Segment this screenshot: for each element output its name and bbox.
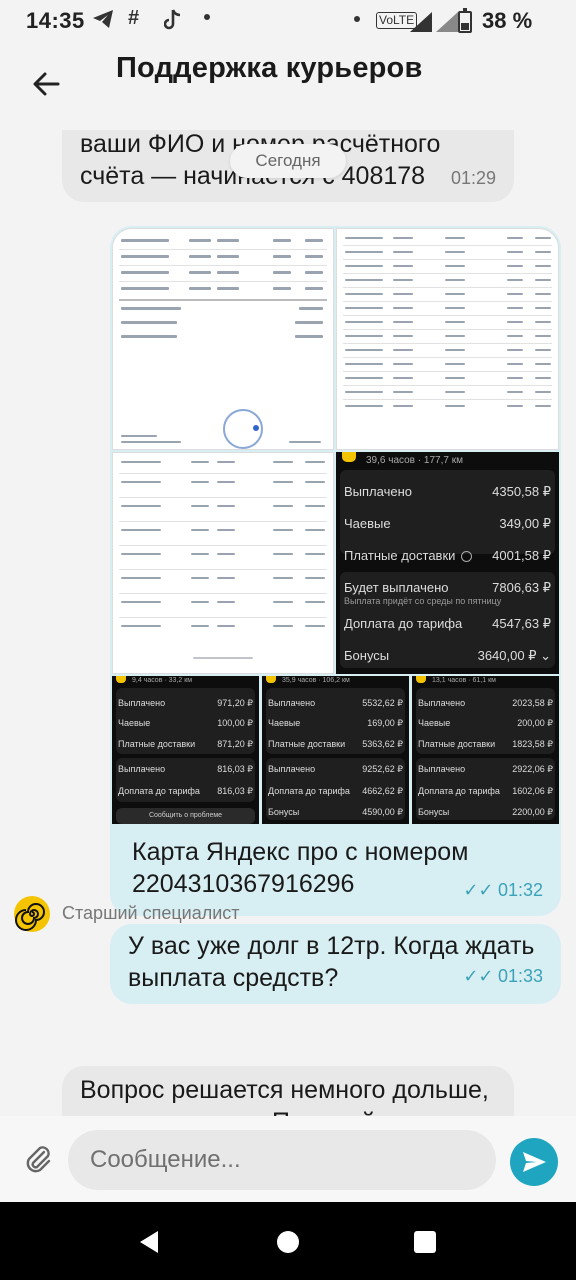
stats-row: Бонусы 3640,00 ₽ ⌄ — [344, 648, 551, 663]
status-bar: 14:35 # VoLTE 38 % — [0, 0, 576, 42]
recents-square-icon[interactable] — [414, 1231, 436, 1253]
message-text-line: У вас уже долг в 12тр. Когда ждать — [128, 932, 535, 960]
stats-row: Выплачено 816,03 ₽ — [118, 764, 253, 774]
page-title: Поддержка курьеров — [116, 52, 423, 84]
document-image[interactable] — [336, 228, 559, 450]
stats-row: Выплачено 2922,06 ₽ — [418, 764, 553, 774]
outgoing-message-images[interactable]: 39,6 часов · 177,7 км Выплачено 4350,58 ₽… — [110, 226, 561, 916]
hashtag-icon: # — [128, 7, 140, 29]
bonus-value[interactable]: 3640,00 ₽ ⌄ — [478, 648, 551, 664]
stats-row: Выплачено 5532,62 ₽ — [268, 698, 403, 708]
home-circle-icon[interactable] — [277, 1231, 299, 1253]
stats-header: 39,6 часов · 177,7 км — [366, 455, 463, 466]
double-check-icon: ✓✓ — [463, 880, 494, 900]
stats-row: Чаевые 100,00 ₽ — [118, 718, 253, 728]
spiral-icon — [15, 903, 45, 931]
chevron-down-icon: ⌄ — [540, 648, 551, 663]
dot-icon — [354, 16, 360, 22]
send-icon[interactable] — [510, 1138, 558, 1186]
stats-note: Выплата придёт со среды по пятницу — [344, 596, 502, 606]
stats-row: Бонусы 4590,00 ₽ — [268, 807, 403, 817]
document-image[interactable] — [112, 228, 334, 450]
info-icon[interactable] — [461, 551, 473, 563]
stats-row: Чаевые 200,00 ₽ — [418, 718, 553, 728]
system-nav-bar — [0, 1202, 576, 1280]
stats-row: Выплачено 4350,58 ₽ — [344, 484, 551, 499]
earnings-screenshot[interactable]: 13,1 часов · 61,1 км Выплачено 2023,58 ₽ … — [412, 676, 559, 824]
stats-row: Платные доставки 5363,62 ₽ — [268, 739, 403, 749]
outgoing-message[interactable]: У вас уже долг в 12тр. Когда ждать выпла… — [110, 924, 561, 1004]
message-text-line: Карта Яндекс про с номером — [132, 838, 469, 866]
stats-row: Доплата до тарифа 4547,63 ₽ — [344, 616, 551, 631]
stats-row: Платные доставки 871,20 ₽ — [118, 739, 253, 749]
message-list[interactable]: ваши ФИО и номер расчётного счёта — начи… — [0, 130, 576, 1116]
sender-name: Старший специалист — [62, 903, 240, 923]
message-time-wrap: ✓✓ 01:32 — [463, 880, 543, 901]
back-triangle-icon[interactable] — [138, 1230, 160, 1259]
composer: Сообщение... — [0, 1116, 576, 1202]
earnings-screenshot[interactable]: 35,9 часов · 106,2 км Выплачено 5532,62 ₽… — [262, 676, 409, 824]
date-separator: Сегодня — [230, 144, 346, 178]
signal-icon — [410, 12, 432, 32]
tiktok-icon — [163, 9, 182, 37]
battery-icon — [458, 8, 472, 33]
stats-row: Бонусы 2200,00 ₽ — [418, 807, 553, 817]
report-problem-button[interactable]: Сообщить о проблеме — [116, 808, 255, 824]
stats-row: Выплачено 971,20 ₽ — [118, 698, 253, 708]
message-time-wrap: ✓✓ 01:33 — [463, 966, 543, 987]
message-input[interactable]: Сообщение... — [68, 1130, 496, 1190]
chat-header: Поддержка курьеров — [0, 42, 576, 130]
message-text-line: чем ожидалось. Пожалуйста, — [80, 1106, 420, 1116]
stats-row: Будет выплачено 7806,63 ₽ — [344, 580, 551, 595]
stats-row: Платные доставки 1823,58 ₽ — [418, 739, 553, 749]
incoming-message[interactable]: Вопрос решается немного дольше, чем ожид… — [62, 1066, 514, 1116]
stats-row: Чаевые 349,00 ₽ — [344, 516, 551, 531]
earnings-screenshot[interactable]: 9,4 часов · 33,2 км Выплачено 971,20 ₽ Ча… — [112, 676, 259, 824]
signal-icon — [436, 12, 458, 32]
arrow-left-icon[interactable] — [28, 66, 64, 102]
dot-icon — [204, 14, 210, 20]
document-image[interactable] — [112, 452, 334, 674]
stats-row: Выплачено 9252,62 ₽ — [268, 764, 403, 774]
message-time: 01:33 — [497, 966, 543, 986]
earnings-screenshot[interactable]: 39,6 часов · 177,7 км Выплачено 4350,58 ₽… — [336, 452, 559, 674]
stats-row: Платные доставки 4001,58 ₽ — [344, 548, 551, 563]
status-time: 14:35 — [26, 8, 85, 33]
stats-row: Доплата до тарифа 4662,62 ₽ — [268, 786, 403, 796]
message-time: 01:32 — [497, 880, 543, 900]
avatar[interactable] — [14, 896, 50, 932]
stats-row: Доплата до тарифа 816,03 ₽ — [118, 786, 253, 796]
stats-row: Доплата до тарифа 1602,06 ₽ — [418, 786, 553, 796]
battery-percent: 38 % — [482, 8, 533, 33]
stats-row: Чаевые 169,00 ₽ — [268, 718, 403, 728]
message-text-line: выплата средств? — [128, 964, 339, 992]
paperclip-icon[interactable] — [22, 1142, 56, 1176]
stats-row: Выплачено 2023,58 ₽ — [418, 698, 553, 708]
message-time: 01:29 — [450, 168, 496, 188]
message-text-line: 2204310367916296 — [132, 870, 355, 898]
message-text-line: Вопрос решается немного дольше, — [80, 1076, 489, 1104]
telegram-icon — [92, 9, 114, 35]
double-check-icon: ✓✓ — [463, 966, 494, 986]
